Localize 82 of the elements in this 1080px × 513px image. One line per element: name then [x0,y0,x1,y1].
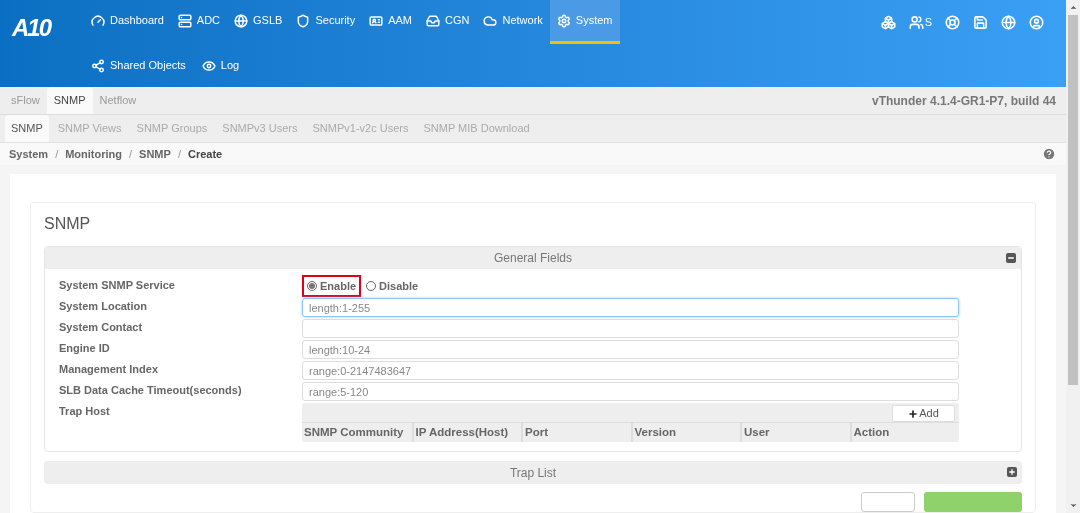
field-label: Management Index [59,362,160,377]
nav-tab[interactable]: ADC [170,0,228,44]
users-icon [908,14,924,30]
scrollbar-thumb[interactable] [1068,15,1078,385]
nav-tab[interactable]: GSLB [227,0,290,44]
section-title: Trap List [509,464,557,482]
nav-tab[interactable]: Dashboard [84,0,171,44]
tab[interactable]: sFlow [4,87,47,114]
plus-icon [908,408,919,419]
add-button[interactable]: Add [892,405,955,422]
column-header: User [740,423,850,442]
radio-button[interactable] [366,281,377,291]
share-icon [91,58,105,73]
nav-tab[interactable]: Network [476,0,550,44]
field-label: System Location [59,299,149,314]
expand-button[interactable] [1007,467,1017,477]
field-label: System SNMP Service [59,278,176,293]
field-label: Engine ID [59,341,111,356]
toolbar-button[interactable] [1001,14,1016,30]
toolbar-button[interactable] [880,14,896,30]
cancel-button[interactable] [861,492,915,512]
settings-icon [556,13,571,28]
minus-icon [1007,254,1015,262]
toolbar-button[interactable] [1029,14,1044,30]
subnav-link[interactable]: Shared Objects [84,57,193,74]
nav-tab[interactable]: CGN [419,0,477,44]
eye-icon [201,58,216,73]
version-label: vThunder 4.1.4-GR1-P7, build 44 [871,92,1057,110]
breadcrumb-separator: / [55,146,59,162]
cloud-icon [483,13,498,28]
toolbar-button[interactable]: S [908,13,932,31]
breadcrumb-link[interactable]: SNMP [139,145,171,163]
column-header: Action [849,423,959,442]
breadcrumb-current: Create [187,146,223,162]
breadcrumb-separator: / [129,146,133,162]
radio-button[interactable] [307,281,317,291]
nav-tab[interactable]: System [549,0,620,44]
radio-option[interactable]: Enable [302,275,362,297]
breadcrumb-link[interactable]: System [9,145,49,163]
panel-title: SNMP [44,214,92,234]
plus-icon [1008,468,1016,476]
scroll-up-icon[interactable] [1068,3,1078,12]
collapse-button[interactable] [1006,253,1016,263]
server-icon [177,13,192,28]
toolbar-button[interactable] [945,14,960,30]
user-icon [1029,14,1044,30]
column-header: IP Address(Host) [411,423,521,442]
input-field[interactable]: range:0-2147483647 [302,361,959,380]
toolbar-button[interactable] [973,14,988,30]
shield-icon [296,13,311,28]
scrollbar[interactable] [1066,0,1080,513]
globe-icon [234,13,249,28]
column-header: SNMP Community [303,424,405,440]
field-label: SLB Data Cache Timeout(seconds) [59,383,243,398]
gauge-icon [91,13,105,28]
scroll-down-icon[interactable] [1068,501,1078,510]
subtab[interactable]: SNMP [5,115,49,142]
column-header: Version [630,423,740,442]
nav-tab[interactable]: AAM [362,0,419,44]
nav-tab[interactable]: Security [289,0,363,44]
column-header: Port [521,423,631,442]
globe-icon [1001,14,1016,30]
inbox-icon [426,13,440,28]
id-card-icon [369,13,384,28]
radio-option[interactable]: Disable [361,275,424,297]
help-icon[interactable] [1042,147,1056,161]
tab[interactable]: Netflow [92,87,144,114]
input-field[interactable] [302,319,959,338]
input-field[interactable]: range:5-120 [302,382,959,401]
section-title: General Fields [493,250,572,267]
breadcrumb-link[interactable]: Monitoring [65,145,123,163]
input-field[interactable]: length:1-255 [302,298,959,317]
field-label: System Contact [59,320,144,335]
input-field[interactable]: length:10-24 [302,340,959,359]
field-label: Trap Host [59,404,111,419]
logo[interactable]: A10 [12,14,51,41]
lifebuoy-icon [945,14,960,30]
boxes-icon [880,14,896,30]
subnav-link[interactable]: Log [194,57,247,74]
tab[interactable]: SNMP [46,87,93,114]
breadcrumb-separator: / [177,146,181,162]
save-icon [973,14,988,30]
